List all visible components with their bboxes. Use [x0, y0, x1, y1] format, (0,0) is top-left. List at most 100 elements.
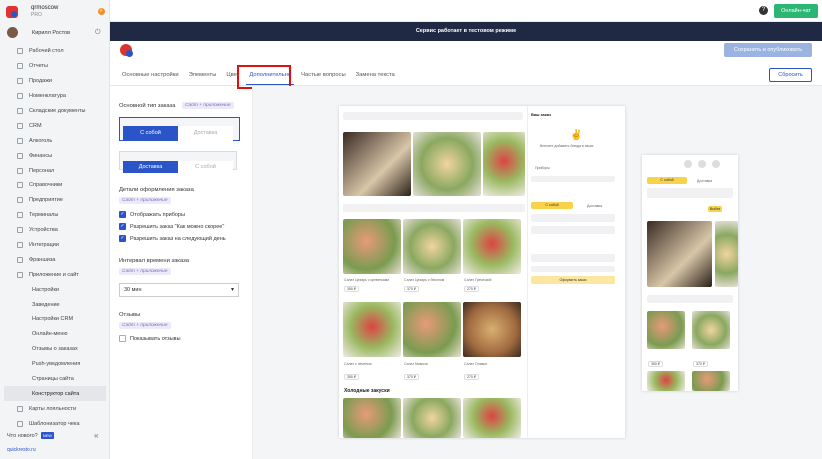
- dish-price[interactable]: 270 ₽: [464, 374, 480, 380]
- sidebar-item-franchise[interactable]: Франшиза: [0, 252, 110, 267]
- dish-price[interactable]: 350 ₽: [344, 286, 360, 292]
- save-publish-button[interactable]: Сохранить и опубликовать: [724, 43, 812, 57]
- nomenclature-icon: [17, 93, 23, 100]
- dish-image[interactable]: [403, 219, 461, 274]
- sidebar-subitem-pages[interactable]: Страницы сайта: [0, 372, 110, 387]
- site-link[interactable]: quickresto.ru: [7, 447, 36, 453]
- dish-image[interactable]: [343, 219, 401, 274]
- franchise-icon: [17, 256, 23, 263]
- interval-select[interactable]: 30 мин ▾: [119, 283, 239, 297]
- sidebar-item-enterprise[interactable]: Предприятие: [0, 193, 110, 208]
- mob-promo-banner[interactable]: [647, 221, 712, 287]
- dish-price[interactable]: 370 ₽: [404, 286, 420, 292]
- checkbox-checked-icon: ✓: [119, 211, 126, 218]
- sidebar-subitem-push[interactable]: Push-уведомления: [0, 357, 110, 372]
- sidebar-subitem-venue[interactable]: Заведение: [0, 297, 110, 312]
- promo-banner-3[interactable]: [483, 132, 525, 196]
- dish-image[interactable]: [403, 398, 461, 438]
- help-icon[interactable]: ?: [759, 6, 768, 15]
- checkout-button[interactable]: Оформить заказ: [531, 276, 615, 284]
- sidebar-item-terminals[interactable]: Терминалы: [0, 208, 110, 223]
- dish-name: Салат с печенью: [344, 362, 372, 366]
- order-type2-delivery[interactable]: Доставка: [123, 161, 178, 173]
- order-type-pickup[interactable]: С собой: [123, 126, 178, 141]
- sales-icon: [17, 78, 23, 85]
- dish-price[interactable]: 350 ₽: [648, 361, 664, 367]
- dish-image[interactable]: [692, 311, 730, 349]
- sidebar-item-staff[interactable]: Персонал: [0, 163, 110, 178]
- mob-tab-delivery[interactable]: Доставка: [697, 179, 712, 183]
- sidebar-subitem-reviews[interactable]: Отзывы о заказах: [0, 342, 110, 357]
- power-icon[interactable]: ⏻: [95, 29, 101, 37]
- dish-image[interactable]: [463, 398, 521, 438]
- globe-icon[interactable]: [684, 160, 692, 168]
- mob-tab-pickup[interactable]: С собой: [647, 177, 687, 184]
- dish-image[interactable]: [463, 219, 521, 274]
- bolt-icon[interactable]: ⚡: [98, 8, 105, 15]
- tab-faq[interactable]: Частые вопросы: [298, 67, 349, 85]
- user-profile[interactable]: Кирилл Ростов ⏻: [7, 27, 105, 39]
- dish-image[interactable]: [647, 371, 685, 391]
- promo-banner-2[interactable]: [413, 132, 481, 196]
- tab-main-settings[interactable]: Основные настройки: [119, 67, 182, 85]
- sidebar-item-receipt-template[interactable]: Шаблонизатор чека: [0, 416, 110, 431]
- desktop-preview: Салат Цезарь с креветками Салат Цезарь с…: [339, 106, 625, 438]
- sidebar-subitem-crm-settings[interactable]: Настройки CRM: [0, 312, 110, 327]
- sidebar-item-devices[interactable]: Устройства: [0, 223, 110, 238]
- sidebar-item-integrations[interactable]: Интеграции: [0, 238, 110, 253]
- dish-image[interactable]: [647, 311, 685, 349]
- dish-price[interactable]: 370 ₽: [404, 374, 420, 380]
- dish-price[interactable]: 270 ₽: [464, 286, 480, 292]
- sidebar-item-app-site[interactable]: Приложение и сайт: [0, 267, 110, 282]
- sidebar-item-alcohol[interactable]: Алкоголь: [0, 133, 110, 148]
- check-show-cutlery[interactable]: ✓ Отображать приборы: [119, 211, 185, 218]
- info-icon[interactable]: [698, 160, 706, 168]
- sidebar-item-references[interactable]: Справочники: [0, 178, 110, 193]
- section-title: Холодные закуски: [344, 388, 390, 394]
- site-logo: [120, 44, 133, 57]
- order-type-toggle-2[interactable]: Доставка С собой: [119, 151, 237, 173]
- whats-new-link[interactable]: Что нового? NEW: [7, 432, 55, 439]
- mob-button[interactable]: Выйти: [708, 206, 722, 212]
- cart-field: [531, 266, 615, 272]
- dish-price[interactable]: 350 ₽: [344, 374, 360, 380]
- cart-tab-delivery[interactable]: Доставка: [587, 204, 602, 208]
- dish-price[interactable]: 370 ₽: [693, 361, 709, 367]
- category-bar: [343, 204, 525, 212]
- brand[interactable]: qrmoscow PRO ⚡: [6, 5, 106, 21]
- sidebar-item-reports[interactable]: Отчеты: [0, 59, 110, 74]
- sidebar-item-desktop[interactable]: Рабочий стол: [0, 44, 110, 59]
- sidebar-item-finance[interactable]: Финансы: [0, 148, 110, 163]
- cart-empty-text: Внесите добавить блюда в заказ: [540, 144, 594, 148]
- tab-text-replace[interactable]: Замена текста: [353, 67, 398, 85]
- promo-banner-1[interactable]: [343, 132, 411, 196]
- mob-promo-banner[interactable]: [715, 221, 738, 287]
- order-type-toggle[interactable]: С собой Доставка: [119, 117, 240, 141]
- dish-image[interactable]: [343, 398, 401, 438]
- terminals-icon: [17, 212, 23, 219]
- dish-image[interactable]: [343, 302, 401, 357]
- collapse-sidebar-icon[interactable]: «: [94, 431, 98, 440]
- sidebar-item-crm[interactable]: CRM: [0, 118, 110, 133]
- check-next-day[interactable]: ✓ Разрешить заказ на следующий день: [119, 235, 226, 242]
- sidebar-subitem-site-builder[interactable]: Конструктор сайта: [4, 386, 106, 402]
- sidebar-item-loyalty[interactable]: Карты лояльности: [0, 401, 110, 416]
- order-type-delivery[interactable]: Доставка: [178, 126, 233, 141]
- order-type2-pickup[interactable]: С собой: [178, 161, 233, 173]
- sidebar-item-warehouse[interactable]: Складские документы: [0, 104, 110, 119]
- dish-image[interactable]: [403, 302, 461, 357]
- user-icon[interactable]: [712, 160, 720, 168]
- sidebar-subitem-settings[interactable]: Настройки: [0, 282, 110, 297]
- dish-image[interactable]: [463, 302, 521, 357]
- tab-elements[interactable]: Элементы: [186, 67, 220, 85]
- sidebar-subitem-online-menu[interactable]: Онлайн-меню: [0, 327, 110, 342]
- check-asap[interactable]: ✓ Разрешить заказ "Как можно скорее": [119, 223, 224, 230]
- dish-image[interactable]: [692, 371, 730, 391]
- reset-button[interactable]: Сбросить: [769, 68, 812, 82]
- check-show-reviews[interactable]: Показывать отзывы: [119, 335, 181, 342]
- sidebar-item-sales[interactable]: Продажи: [0, 74, 110, 89]
- online-chat-button[interactable]: Онлайн-чат: [774, 4, 818, 18]
- integrations-icon: [17, 242, 23, 249]
- cart-tab-pickup[interactable]: С собой: [531, 202, 573, 209]
- sidebar-item-nomenclature[interactable]: Номенклатура: [0, 89, 110, 104]
